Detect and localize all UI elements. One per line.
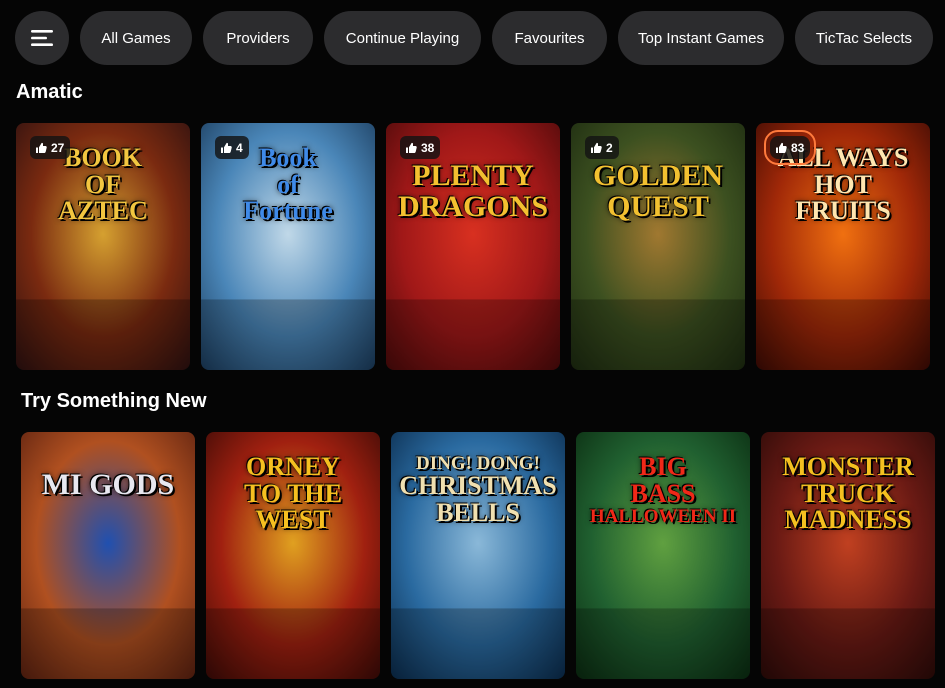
- like-count-badge: 38: [400, 136, 441, 159]
- like-count: 27: [51, 140, 65, 155]
- game-title-line: GOLDEN: [592, 159, 724, 192]
- game-title-line: MI GODS: [41, 468, 175, 501]
- game-title-line: BELLS: [436, 497, 520, 527]
- thumbs-up-icon: [406, 142, 417, 153]
- like-count: 38: [421, 140, 435, 155]
- game-card[interactable]: DING! DONG! CHRISTMAS BELLS: [391, 432, 565, 679]
- game-card[interactable]: BIG BASS HALLOWEEN II: [576, 432, 750, 679]
- section-title-try-something-new: Try Something New: [21, 390, 207, 412]
- game-title-line: FRUITS: [795, 196, 891, 226]
- game-row-try-something-new: MI GODS ORNEY TO THE WEST DING! DONG! CHRISTM…: [21, 432, 935, 679]
- game-card[interactable]: ALL WAYS HOT FRUITS 83: [756, 123, 930, 370]
- game-card[interactable]: ORNEY TO THE WEST: [206, 432, 380, 679]
- like-count-badge: 4: [215, 136, 249, 159]
- game-title-line: ORNEY: [246, 452, 340, 481]
- game-title-line: HALLOWEEN II: [589, 506, 737, 528]
- game-title-line: OF: [84, 169, 122, 199]
- like-count: 2: [606, 140, 613, 155]
- nav-favourites[interactable]: Favourites: [492, 11, 607, 65]
- game-title: GOLDEN QUEST: [575, 159, 741, 223]
- game-title-line: TRUCK: [801, 478, 895, 508]
- game-title-line: AZTEC: [58, 196, 148, 226]
- nav-continue-playing[interactable]: Continue Playing: [324, 11, 481, 65]
- game-title-line: PLENTY: [412, 159, 534, 192]
- game-title: PLENTY DRAGONS: [390, 159, 556, 223]
- like-count: 4: [236, 140, 243, 155]
- section-title-amatic: Amatic: [16, 81, 83, 103]
- game-title-line: HOT: [814, 169, 872, 199]
- game-card[interactable]: PLENTY DRAGONS 38: [386, 123, 560, 370]
- game-title: ORNEY TO THE WEST: [210, 452, 376, 535]
- thumbs-up-icon: [591, 142, 602, 153]
- game-title-line: DRAGONS: [397, 189, 548, 223]
- thumbs-up-icon: [221, 142, 232, 153]
- game-title: MI GODS: [25, 468, 191, 501]
- game-title: DING! DONG! CHRISTMAS BELLS: [395, 454, 561, 526]
- game-title-line: Fortune: [243, 196, 333, 226]
- game-card[interactable]: Book of Fortune 4: [201, 123, 375, 370]
- nav-providers[interactable]: Providers: [203, 11, 313, 65]
- game-card[interactable]: GOLDEN QUEST 2: [571, 123, 745, 370]
- game-title: BIG BASS HALLOWEEN II: [580, 452, 746, 528]
- game-card[interactable]: MI GODS: [21, 432, 195, 679]
- thumbs-up-icon: [36, 142, 47, 153]
- game-title-line: MONSTER: [782, 452, 914, 481]
- thumbs-up-icon: [776, 142, 787, 153]
- like-count: 83: [791, 140, 805, 155]
- game-title-line: WEST: [255, 505, 331, 535]
- game-title-line: CHRISTMAS: [399, 471, 557, 501]
- game-card[interactable]: MONSTER TRUCK MADNESS: [761, 432, 935, 679]
- menu-button[interactable]: [15, 11, 69, 65]
- game-title-line: QUEST: [607, 189, 709, 223]
- game-title-line: BIG: [639, 452, 687, 481]
- nav-tictac-selects[interactable]: TicTac Selects: [795, 11, 933, 65]
- nav-top-instant-games[interactable]: Top Instant Games: [618, 11, 784, 65]
- hamburger-menu-icon: [31, 30, 53, 46]
- nav-all-games[interactable]: All Games: [80, 11, 192, 65]
- game-title-line: TO THE: [243, 478, 343, 508]
- game-title-line: MADNESS: [784, 505, 912, 535]
- game-card[interactable]: BOOK OF AZTEC 27: [16, 123, 190, 370]
- game-title-line: BASS: [630, 478, 696, 508]
- game-title-line: of: [277, 169, 299, 199]
- like-count-badge: 27: [30, 136, 71, 159]
- like-count-badge: 83: [763, 130, 817, 165]
- game-title: MONSTER TRUCK MADNESS: [765, 452, 931, 535]
- category-nav: All Games Providers Continue Playing Fav…: [15, 11, 933, 65]
- game-row-amatic: BOOK OF AZTEC 27 Book of Fortune 4 PLENTY DRAGONS…: [16, 123, 930, 370]
- like-count-badge: 2: [585, 136, 619, 159]
